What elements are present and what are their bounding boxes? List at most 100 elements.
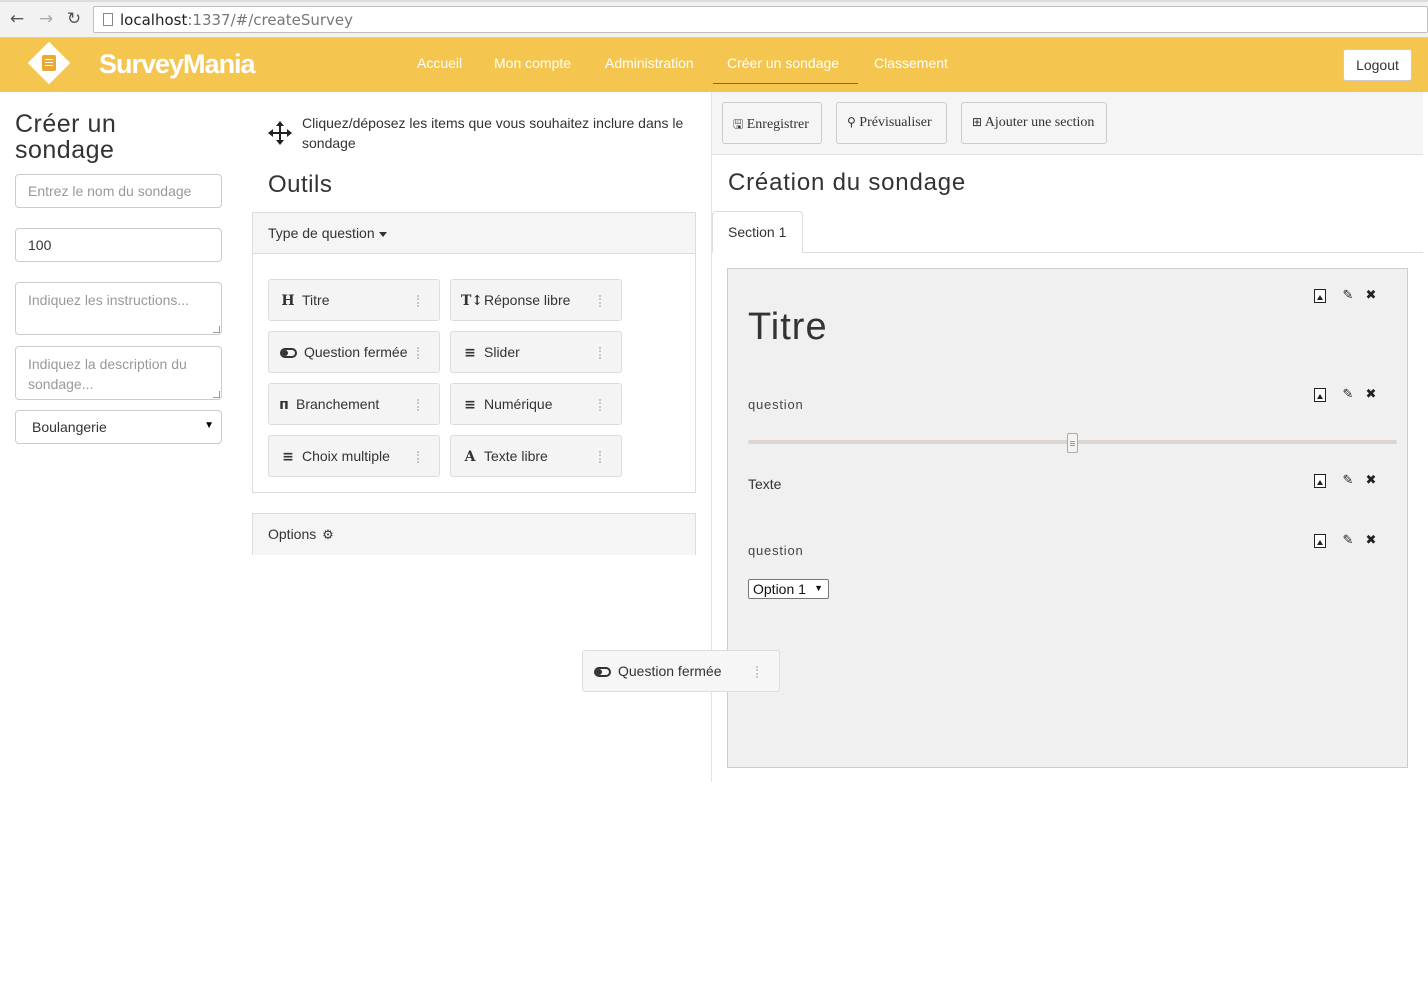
nav-mon-compte[interactable]: Mon compte [494, 55, 571, 71]
delete-icon[interactable]: ✖ [1364, 289, 1378, 303]
nav-classement[interactable]: Classement [874, 55, 948, 71]
edit-icon[interactable]: ✎ [1341, 289, 1355, 303]
nav-accueil[interactable]: Accueil [417, 55, 462, 71]
tool-label: Slider [484, 344, 520, 360]
toggle-icon [279, 344, 297, 362]
browser-toolbar: ← → ↻ localhost:1337/#/createSurvey [0, 0, 1428, 38]
tool-label: Texte libre [484, 448, 548, 464]
dropdown-question-label: question [748, 543, 804, 558]
url-text[interactable]: localhost:1337/#/createSurvey [120, 11, 353, 29]
resize-handle[interactable] [213, 326, 220, 333]
drag-grip-icon[interactable] [599, 451, 602, 463]
reload-icon[interactable]: ↻ [64, 9, 84, 29]
item-actions: ✎ ✖ [1314, 388, 1378, 404]
caret-down-icon [378, 231, 387, 237]
heading-icon: H [281, 293, 295, 309]
tool-question-fermee[interactable]: Question fermée [268, 331, 440, 373]
drag-grip-icon[interactable] [599, 347, 602, 359]
preview-button[interactable]: ⚲ Prévisualiser [836, 102, 947, 144]
tool-branchement[interactable]: ᴨ Branchement [268, 383, 440, 425]
tool-slider[interactable]: ≡ Slider [450, 331, 622, 373]
font-icon: A [464, 449, 476, 465]
branch-icon: ᴨ [279, 397, 289, 413]
nav-creer-sondage[interactable]: Créer un sondage [727, 55, 839, 71]
image-icon[interactable] [1314, 388, 1326, 402]
description-placeholder: Indiquez la description du sondage... [28, 356, 187, 392]
delete-icon[interactable]: ✖ [1364, 534, 1378, 548]
options-label: Options [268, 526, 317, 542]
caret-down-icon: ▼ [814, 583, 823, 593]
question-type-label: Type de question [268, 225, 375, 241]
nav-administration[interactable]: Administration [605, 55, 694, 71]
tool-label: Question fermée [304, 344, 408, 360]
survey-item-title: Titre [748, 306, 828, 348]
tool-texte-libre[interactable]: A Texte libre [450, 435, 622, 477]
drag-grip-icon[interactable] [417, 451, 420, 463]
delete-icon[interactable]: ✖ [1364, 474, 1378, 488]
tab-section-1[interactable]: Section 1 [712, 211, 803, 253]
creation-title: Création du sondage [728, 169, 967, 196]
options-panel: Options ⚙ [252, 513, 696, 555]
resize-handle[interactable] [213, 391, 220, 398]
tool-titre[interactable]: H Titre [268, 279, 440, 321]
tool-label: Choix multiple [302, 448, 390, 464]
drag-grip-icon[interactable] [417, 399, 420, 411]
tool-reponse-libre[interactable]: T↕ Réponse libre [450, 279, 622, 321]
forward-icon[interactable]: → [36, 9, 56, 29]
option-selected: Option 1 [753, 581, 806, 597]
tool-label: Titre [302, 292, 330, 308]
app-navbar: SurveyMania Accueil Mon compte Administr… [0, 38, 1428, 92]
back-icon[interactable]: ← [7, 9, 27, 29]
ordered-list-icon: ≡ [464, 397, 476, 413]
image-icon[interactable] [1314, 289, 1326, 303]
drag-grip-icon[interactable] [599, 399, 602, 411]
floppy-icon: 🖫 [733, 117, 744, 131]
edit-icon[interactable]: ✎ [1341, 388, 1355, 402]
tab-strip [0, 0, 1428, 2]
brand-name[interactable]: SurveyMania [99, 49, 256, 80]
drag-grip-icon[interactable] [417, 347, 420, 359]
item-actions: ✎ ✖ [1314, 289, 1378, 305]
drag-grip-icon[interactable] [417, 295, 420, 307]
description-textarea[interactable]: Indiquez la description du sondage... [15, 346, 222, 400]
tabs-border [712, 252, 1423, 253]
edit-icon[interactable]: ✎ [1341, 474, 1355, 488]
drag-hint-text: Cliquez/déposez les items que vous souha… [302, 115, 684, 151]
url-host: localhost [120, 11, 188, 29]
category-select[interactable]: Boulangerie ▼ [15, 410, 222, 444]
survey-points-input[interactable]: 100 [15, 228, 222, 262]
save-button[interactable]: 🖫 Enregistrer [722, 102, 822, 144]
slider-question-label: question [748, 397, 804, 412]
slider-handle[interactable] [1067, 433, 1078, 453]
options-heading[interactable]: Options ⚙ [253, 514, 695, 555]
tool-numerique[interactable]: ≡ Numérique [450, 383, 622, 425]
option-select[interactable]: Option 1 ▼ [748, 579, 829, 599]
dragged-tool-question-fermee[interactable]: Question fermée [582, 650, 780, 692]
gears-icon: ⚙ [322, 528, 334, 543]
instructions-textarea[interactable]: Indiquez les instructions... [15, 282, 222, 335]
add-section-button[interactable]: ⊞ Ajouter une section [961, 102, 1107, 144]
item-actions: ✎ ✖ [1314, 474, 1378, 490]
address-bar[interactable]: localhost:1337/#/createSurvey [93, 6, 1428, 33]
edit-icon[interactable]: ✎ [1341, 534, 1355, 548]
survey-name-input[interactable]: Entrez le nom du sondage [15, 174, 222, 208]
delete-icon[interactable]: ✖ [1364, 388, 1378, 402]
tool-label: Question fermée [618, 663, 722, 679]
page-title: Créer un sondage [15, 110, 117, 164]
image-icon[interactable] [1314, 534, 1326, 548]
caret-down-icon: ▼ [204, 420, 214, 431]
logout-button[interactable]: Logout [1343, 49, 1412, 81]
url-path: :1337/#/createSurvey [187, 11, 354, 29]
question-type-heading[interactable]: Type de question [253, 213, 695, 254]
search-icon: ⚲ [847, 115, 856, 129]
drag-grip-icon[interactable] [599, 295, 602, 307]
tool-choix-multiple[interactable]: ≡ Choix multiple [268, 435, 440, 477]
image-icon[interactable] [1314, 474, 1326, 488]
add-section-label: Ajouter une section [984, 115, 1095, 130]
text-height-icon: T↕ [461, 293, 484, 309]
nav-active-indicator [713, 83, 858, 84]
section-dropzone[interactable] [727, 268, 1408, 768]
editor-toolbar: 🖫 Enregistrer ⚲ Prévisualiser ⊞ Ajouter … [712, 92, 1423, 155]
text-item: Texte [748, 476, 782, 492]
drag-grip-icon[interactable] [756, 666, 759, 678]
